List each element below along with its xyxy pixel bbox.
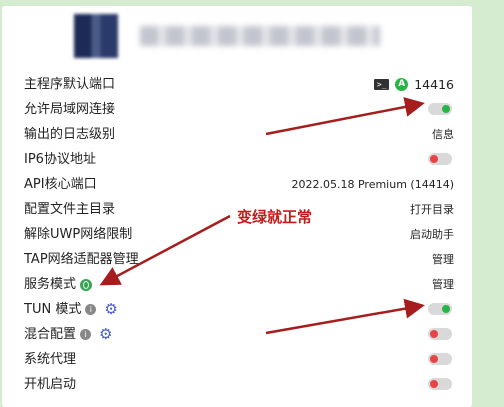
api-port-value[interactable]: 2022.05.18 Premium (14414) (292, 172, 455, 197)
auto-badge-icon[interactable]: A (395, 78, 409, 91)
terminal-icon[interactable]: >_ (374, 79, 390, 90)
annotation-text: 变绿就正常 (237, 208, 313, 226)
row-mixin: 混合配置 i ⚙ (2, 322, 472, 347)
mixin-label-group: 混合配置 i ⚙ (24, 322, 112, 347)
avatar[interactable] (74, 14, 118, 58)
uwp-label: 解除UWP网络限制 (24, 227, 133, 242)
system-proxy-label: 系统代理 (24, 352, 77, 367)
toggle-knob (442, 305, 450, 313)
service-mode-label: 服务模式 (24, 277, 77, 292)
blurred-username (140, 26, 380, 46)
row-tun-mode: TUN 模式 i ⚙ (2, 297, 472, 322)
toggle-knob (430, 155, 438, 163)
row-api-port: API核心端口 2022.05.18 Premium (14414) (2, 172, 472, 197)
toggle-knob (442, 105, 450, 113)
row-ipv6: IP6协议地址 (2, 147, 472, 172)
main-port-value-group: >_ A 14416 (374, 72, 454, 97)
config-dir-label: 配置文件主目录 (24, 202, 116, 217)
row-tap: TAP网络适配器管理 管理 (2, 247, 472, 272)
row-log-level: 输出的日志级别 信息 (2, 122, 472, 147)
mixin-toggle[interactable] (428, 328, 452, 340)
main-port-value[interactable]: 14416 (414, 72, 454, 97)
row-allow-lan: 允许局域网连接 (2, 97, 472, 122)
toggle-knob (430, 330, 438, 338)
tun-mode-label-group: TUN 模式 i ⚙ (24, 297, 118, 322)
row-service-mode: 服务模式 管理 (2, 272, 472, 297)
gear-icon[interactable]: ⚙ (99, 322, 112, 347)
tun-mode-toggle[interactable] (428, 303, 452, 315)
tap-manage-button[interactable]: 管理 (432, 247, 454, 272)
service-manage-button[interactable]: 管理 (432, 272, 454, 297)
allow-lan-toggle[interactable] (428, 103, 452, 115)
api-port-label: API核心端口 (24, 177, 97, 192)
ipv6-toggle[interactable] (428, 153, 452, 165)
service-mode-label-group: 服务模式 (24, 272, 93, 297)
ipv6-label: IP6协议地址 (24, 152, 96, 167)
launch-helper-button[interactable]: 启动助手 (410, 222, 454, 247)
settings-list: 主程序默认端口 >_ A 14416 允许局域网连接 输出的日志级别 信息 IP… (2, 72, 472, 397)
toggle-knob (430, 355, 438, 363)
toggle-knob (430, 380, 438, 388)
info-icon[interactable]: i (85, 304, 97, 315)
row-system-proxy: 系统代理 (2, 347, 472, 372)
mixin-label: 混合配置 (24, 327, 77, 342)
autostart-toggle[interactable] (428, 378, 452, 390)
allow-lan-label: 允许局域网连接 (24, 102, 116, 117)
system-proxy-toggle[interactable] (428, 353, 452, 365)
row-main-port: 主程序默认端口 >_ A 14416 (2, 72, 472, 97)
log-level-value[interactable]: 信息 (432, 122, 454, 147)
globe-icon (80, 278, 93, 291)
info-icon[interactable]: i (80, 329, 92, 340)
gear-icon[interactable]: ⚙ (104, 297, 117, 322)
tun-mode-label: TUN 模式 (24, 302, 82, 317)
row-autostart: 开机启动 (2, 372, 472, 397)
open-dir-button[interactable]: 打开目录 (410, 197, 454, 222)
profile-header (2, 6, 472, 66)
autostart-label: 开机启动 (24, 377, 77, 392)
main-port-label: 主程序默认端口 (24, 77, 116, 92)
tap-label: TAP网络适配器管理 (24, 252, 139, 267)
log-level-label: 输出的日志级别 (24, 127, 116, 142)
